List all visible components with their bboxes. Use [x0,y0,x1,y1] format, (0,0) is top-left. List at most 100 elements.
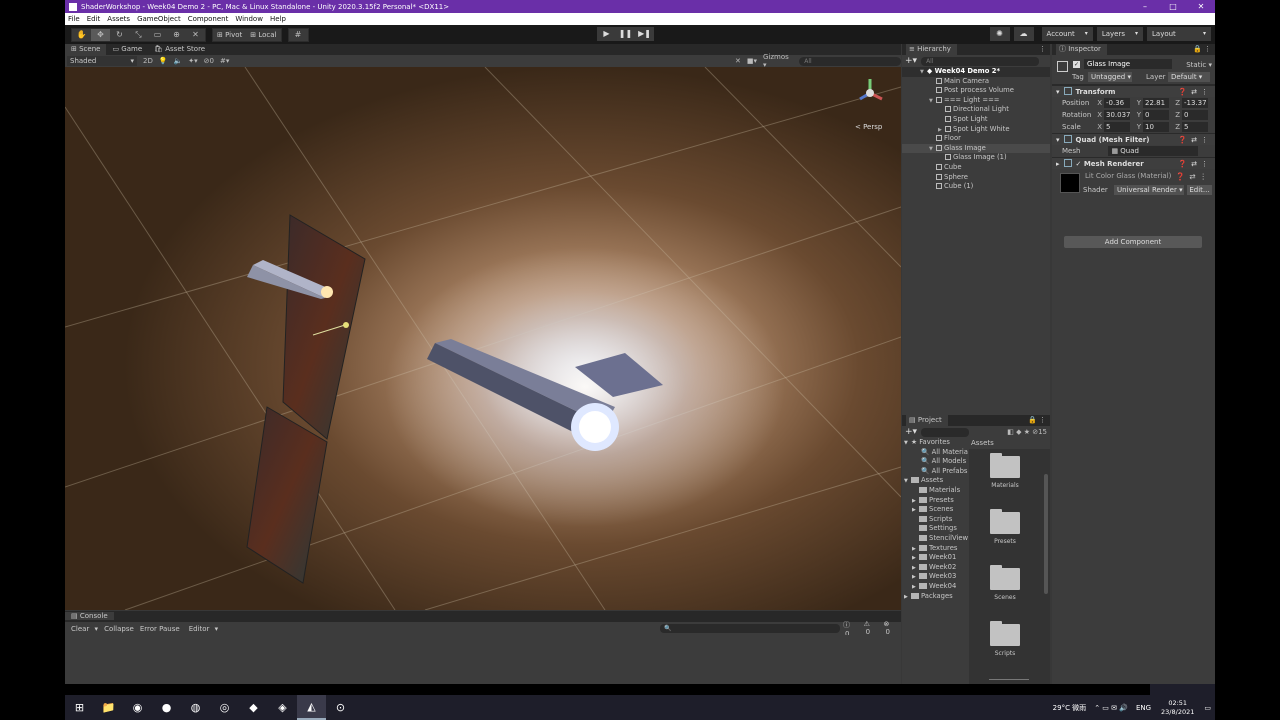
project-lock-icon[interactable]: 🔒 ⋮ [1028,415,1046,426]
icon-size-slider[interactable] [989,679,1029,680]
menu-window[interactable]: Window [235,15,263,23]
tab-scene[interactable]: ⊞ Scene [65,44,107,55]
lighting-toggle-icon[interactable]: 💡 [159,57,168,65]
asset-folder-tile[interactable]: Presets [987,509,1023,545]
file-explorer-icon[interactable]: 📁 [94,695,123,720]
menu-gameobject[interactable]: GameObject [137,15,181,23]
project-create-button[interactable]: +▾ [905,427,917,437]
favorites-item[interactable]: ▼ ★ Favorites [902,438,968,448]
chat-icon[interactable]: ◎ [210,695,239,720]
active-checkbox[interactable]: ✓ [1073,61,1080,68]
mesh-renderer-header[interactable]: ▸ ✓ Mesh Renderer ❓⇄⋮ [1052,157,1215,169]
hierarchy-item[interactable]: ▼ === Light === [902,96,1050,106]
transform-header[interactable]: ▾ Transform ❓⇄⋮ [1052,85,1215,97]
tag-dropdown[interactable]: Untagged ▾ [1088,72,1132,82]
maps-icon[interactable]: ◈ [268,695,297,720]
weather-widget[interactable]: 29°C 微雨 [1053,703,1087,713]
hierarchy-search-input[interactable]: All [921,56,1040,66]
shading-mode-dropdown[interactable]: Shaded ▾ [67,56,137,66]
editor-dropdown[interactable]: Editor ▾ [186,625,218,633]
layers-dropdown[interactable]: Layers ▾ [1096,27,1143,41]
rotate-tool-icon[interactable]: ↻ [110,29,129,41]
scale-y-field[interactable]: 10 [1143,122,1169,132]
project-folder[interactable]: ▶ Week03 [902,572,968,582]
play-button[interactable]: ▶ [597,27,616,41]
shader-dropdown[interactable]: Universal Render ▾ [1114,185,1184,195]
rotation-x-field[interactable]: 30.037 [1104,110,1130,120]
hierarchy-menu-icon[interactable]: ⋮ [1039,44,1046,55]
tray-icons[interactable]: ⌃ ▭ ✉ 🔊 [1094,704,1128,712]
minimize-button[interactable]: – [1131,0,1159,13]
menu-component[interactable]: Component [188,15,229,23]
menu-edit[interactable]: Edit [87,15,101,23]
project-folder[interactable]: ▶ Week02 [902,563,968,573]
create-button[interactable]: +▾ [905,56,917,66]
asset-folder-tile[interactable]: Materials [987,453,1023,489]
rotation-z-field[interactable]: 0 [1182,110,1208,120]
rotation-y-field[interactable]: 0 [1143,110,1169,120]
project-folder[interactable]: StencilView [902,534,968,544]
menu-assets[interactable]: Assets [107,15,130,23]
console-search-input[interactable]: 🔍 [660,624,840,633]
grid-snap-icon[interactable]: # [289,29,308,41]
component-tools-icon[interactable]: ❓⇄⋮ [1178,134,1212,146]
hierarchy-item[interactable]: Cube [902,163,1050,173]
project-folder[interactable]: Materials [902,486,968,496]
spotify-icon[interactable]: ◍ [181,695,210,720]
project-hidden-count[interactable]: ◧ ◆ ★ ⊘15 [1007,428,1047,436]
hand-tool-icon[interactable]: ✋ [72,29,91,41]
hierarchy-item[interactable]: Glass Image (1) [902,153,1050,163]
rect-tool-icon[interactable]: ▭ [148,29,167,41]
unity-hub-icon[interactable]: ⊙ [326,695,355,720]
favorite-item[interactable]: 🔍 All Models [902,457,968,467]
hierarchy-item[interactable]: ▶ Spot Light White [902,125,1050,135]
expand-arrow-icon[interactable]: ▶ [904,593,911,603]
layout-dropdown[interactable]: Layout ▾ [1147,27,1211,41]
hierarchy-item[interactable]: ▼ Glass Image [902,143,1050,154]
menu-help[interactable]: Help [270,15,286,23]
expand-arrow-icon[interactable]: ▼ [904,477,911,487]
hierarchy-item[interactable]: Post process Volume [902,86,1050,96]
hierarchy-item[interactable]: Sphere [902,173,1050,183]
position-y-field[interactable]: 22.81 [1143,98,1169,108]
error-pause-toggle[interactable]: Error Pause [140,625,180,633]
mesh-field[interactable]: ▦ Quad [1108,146,1199,156]
project-folder[interactable]: ▶ Week01 [902,553,968,563]
asset-grid-scrollbar[interactable] [1044,474,1048,594]
menu-file[interactable]: File [68,15,80,23]
scene-row[interactable]: ▼ ◆ Week04 Demo 2* [902,67,1050,77]
asset-folder-tile[interactable]: Scenes [987,565,1023,601]
hierarchy-item[interactable]: Cube (1) [902,182,1050,192]
inspector-tab[interactable]: ⓘ Inspector 🔒 ⋮ [1052,44,1215,55]
effects-toggle-icon[interactable]: ✦▾ [188,57,197,65]
transform-tool-icon[interactable]: ⊕ [167,29,186,41]
scale-x-field[interactable]: 5 [1104,122,1130,132]
hierarchy-item[interactable]: Spot Light [902,115,1050,125]
console-log-area[interactable] [65,635,901,684]
packages-folder[interactable]: ▶ Packages [902,592,968,602]
unity-taskbar-icon[interactable]: ◭ [297,695,326,720]
add-component-button[interactable]: Add Component [1064,236,1202,248]
favorite-item[interactable]: 🔍 All Prefabs [902,467,968,477]
favorite-item[interactable]: 🔍 All Materia [902,448,968,458]
project-folder[interactable]: Scripts [902,515,968,525]
visual-studio-icon[interactable]: ◆ [239,695,268,720]
local-toggle[interactable]: ⊞ Local [246,29,280,41]
audio-toggle-icon[interactable]: 🔈 [174,57,183,65]
hierarchy-item[interactable]: Floor [902,134,1050,144]
account-dropdown[interactable]: Account ▾ [1041,27,1093,41]
position-x-field[interactable]: -0.36 [1104,98,1130,108]
collab-icon[interactable]: ✺ [989,27,1010,41]
project-folder[interactable]: ▶ Scenes [902,505,968,515]
camera-icon[interactable]: ■▾ [747,57,757,65]
hierarchy-item[interactable]: Main Camera [902,77,1050,87]
pivot-toggle[interactable]: ⊞ Pivot [213,29,246,41]
project-folder[interactable]: ▶ Presets [902,496,968,506]
hidden-objects-icon[interactable]: ⊘0 [204,57,214,65]
scene-viewport[interactable]: < Persp [65,67,901,610]
cloud-icon[interactable]: ☁ [1013,27,1034,41]
tab-console[interactable]: ▤ Console [65,612,114,620]
project-tab[interactable]: ▤ Project 🔒 ⋮ [902,415,1050,426]
custom-tool-icon[interactable]: ✕ [186,29,205,41]
tab-game[interactable]: ▭ Game [106,44,148,55]
